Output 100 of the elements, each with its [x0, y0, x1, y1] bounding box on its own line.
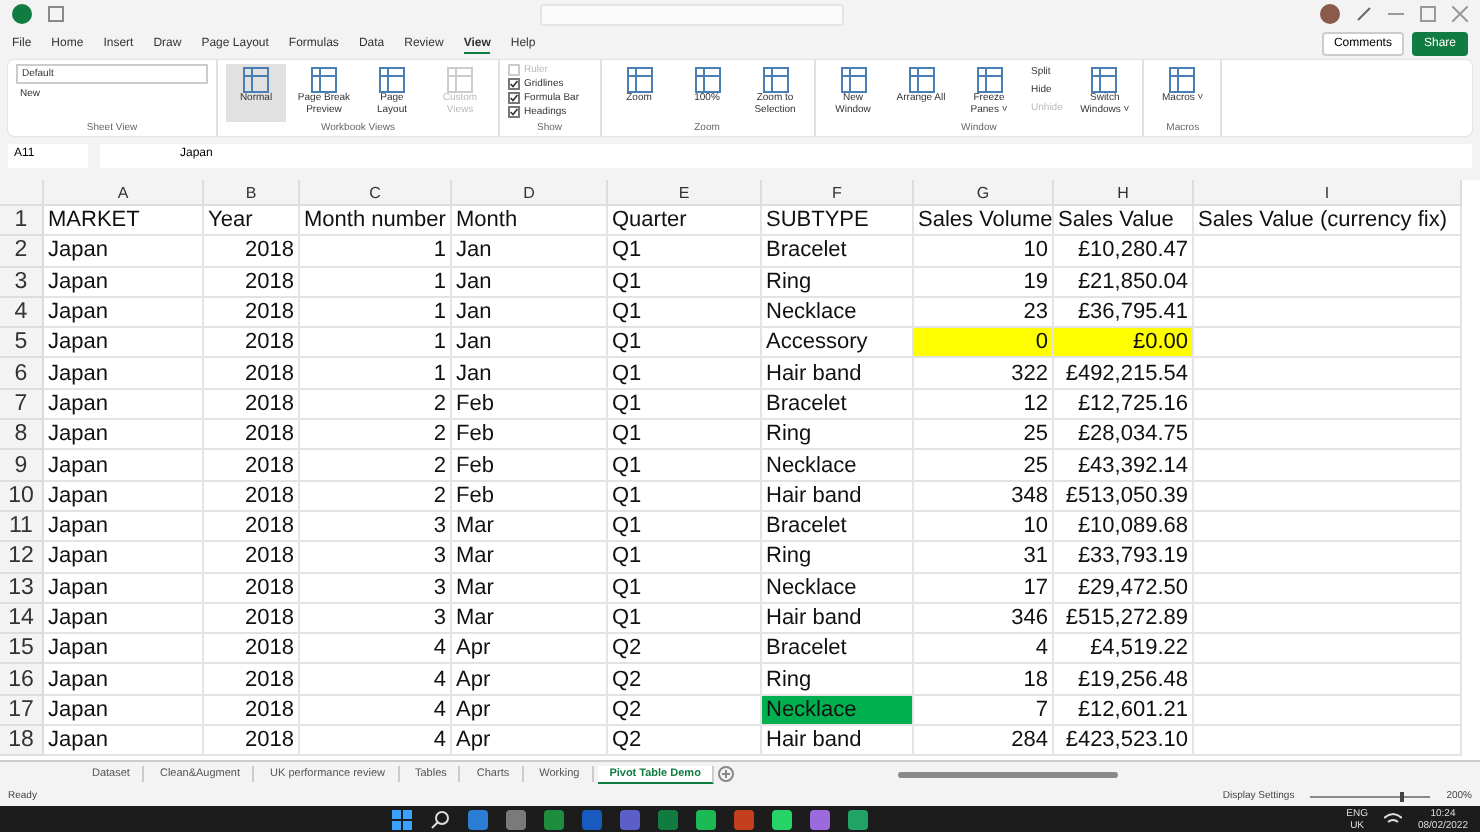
table-cell: Sales Volume	[914, 206, 1054, 237]
row-header[interactable]: 3	[0, 267, 44, 298]
table-cell: Japan	[44, 389, 204, 421]
checkbox-icon[interactable]	[508, 78, 520, 90]
row-header[interactable]: 1	[0, 206, 44, 237]
row-header[interactable]: 17	[0, 695, 44, 727]
table-cell: £492,215.54	[1054, 358, 1194, 390]
table-cell: Mar	[452, 542, 608, 574]
row-header[interactable]: 13	[0, 573, 44, 604]
table-cell: Japan	[44, 420, 204, 451]
table-cell: 2018	[204, 726, 300, 757]
grid-icon	[310, 66, 338, 94]
table-cell: Japan	[44, 511, 204, 543]
table-cell: 2018	[204, 389, 300, 421]
table-cell: Bracelet	[762, 634, 914, 665]
table-cell: Month number	[300, 206, 452, 237]
table-cell: Q1	[608, 573, 762, 604]
column-header[interactable]: F	[762, 180, 914, 206]
table-cell: Apr	[452, 726, 608, 757]
row-header[interactable]: 6	[0, 358, 44, 390]
table-cell: 2018	[204, 603, 300, 635]
close-icon[interactable]	[1452, 6, 1468, 22]
table-cell: 19	[914, 267, 1054, 298]
table-cell: Feb	[452, 450, 608, 482]
table-cell: 2018	[204, 511, 300, 543]
maximize-icon[interactable]	[1420, 6, 1436, 22]
table-cell: 2018	[204, 328, 300, 359]
table-cell: 1	[300, 328, 452, 359]
column-header[interactable]: B	[204, 180, 300, 206]
column-header[interactable]: I	[1194, 180, 1462, 206]
table-cell: Bracelet	[762, 236, 914, 268]
table-cell: 2018	[204, 481, 300, 512]
table-cell: 322	[914, 358, 1054, 390]
table-cell: 2	[300, 389, 452, 421]
pen-icon[interactable]	[1356, 6, 1372, 22]
table-cell: 4	[300, 664, 452, 696]
row-header[interactable]: 5	[0, 328, 44, 359]
table-cell: Feb	[452, 481, 608, 512]
table-cell: £29,472.50	[1054, 573, 1194, 604]
add-sheet-icon[interactable]	[718, 766, 735, 782]
table-cell: Hair band	[762, 481, 914, 512]
grid-icon	[446, 66, 474, 94]
grid-icon	[907, 66, 936, 94]
table-cell: £10,280.47	[1054, 236, 1194, 268]
table-cell: £513,050.39	[1054, 481, 1194, 512]
table-cell: Q1	[608, 542, 762, 574]
table-cell: Sales Value (currency fix)	[1194, 206, 1462, 237]
table-cell: 2	[300, 450, 452, 482]
row-header[interactable]: 12	[0, 542, 44, 574]
table-cell: Japan	[44, 726, 204, 757]
table-cell: Jan	[452, 328, 608, 359]
table-cell: 1	[300, 267, 452, 298]
row-header[interactable]: 10	[0, 481, 44, 512]
table-cell: Japan	[44, 358, 204, 390]
column-header[interactable]: C	[300, 180, 452, 206]
save-icon[interactable]	[48, 6, 64, 22]
table-cell: Necklace	[762, 450, 914, 482]
table-cell: Q1	[608, 236, 762, 268]
column-header[interactable]: A	[44, 180, 204, 206]
table-cell: Q1	[608, 328, 762, 359]
row-header[interactable]: 8	[0, 420, 44, 451]
row-header[interactable]: 16	[0, 664, 44, 696]
row-header[interactable]: 11	[0, 511, 44, 543]
table-cell: 2018	[204, 450, 300, 482]
table-cell: Japan	[44, 236, 204, 268]
table-cell: 2	[300, 420, 452, 451]
table-cell: Q1	[608, 358, 762, 390]
row-header[interactable]: 7	[0, 389, 44, 421]
row-header[interactable]: 9	[0, 450, 44, 482]
table-cell: Japan	[44, 634, 204, 665]
row-header[interactable]: 14	[0, 603, 44, 635]
table-cell: Month	[452, 206, 608, 237]
table-cell: 1	[300, 236, 452, 268]
search-icon[interactable]	[430, 809, 450, 829]
table-cell: Q1	[608, 511, 762, 543]
row-header[interactable]: 4	[0, 297, 44, 329]
table-cell: Hair band	[762, 358, 914, 390]
table-cell: Q2	[608, 664, 762, 696]
row-header[interactable]: 18	[0, 726, 44, 757]
checkbox-icon[interactable]	[508, 92, 520, 104]
table-cell: Japan	[44, 664, 204, 696]
table-cell: £12,601.21	[1054, 695, 1194, 727]
column-header[interactable]: H	[1054, 180, 1194, 206]
column-header[interactable]: E	[608, 180, 762, 206]
table-cell: Feb	[452, 389, 608, 421]
table-cell: Bracelet	[762, 511, 914, 543]
grid-icon	[693, 66, 722, 94]
start-icon[interactable]	[392, 809, 412, 829]
table-cell: Ring	[762, 420, 914, 451]
table-cell: Quarter	[608, 206, 762, 237]
avatar-icon[interactable]	[1320, 4, 1340, 24]
table-cell: 2018	[204, 542, 300, 574]
column-header[interactable]: D	[452, 180, 608, 206]
row-header[interactable]: 2	[0, 236, 44, 268]
column-header[interactable]: G	[914, 180, 1054, 206]
table-cell: Japan	[44, 573, 204, 604]
checkbox-icon[interactable]	[508, 106, 520, 118]
table-cell: 3	[300, 542, 452, 574]
wifi-icon[interactable]	[1383, 811, 1402, 827]
row-header[interactable]: 15	[0, 634, 44, 665]
